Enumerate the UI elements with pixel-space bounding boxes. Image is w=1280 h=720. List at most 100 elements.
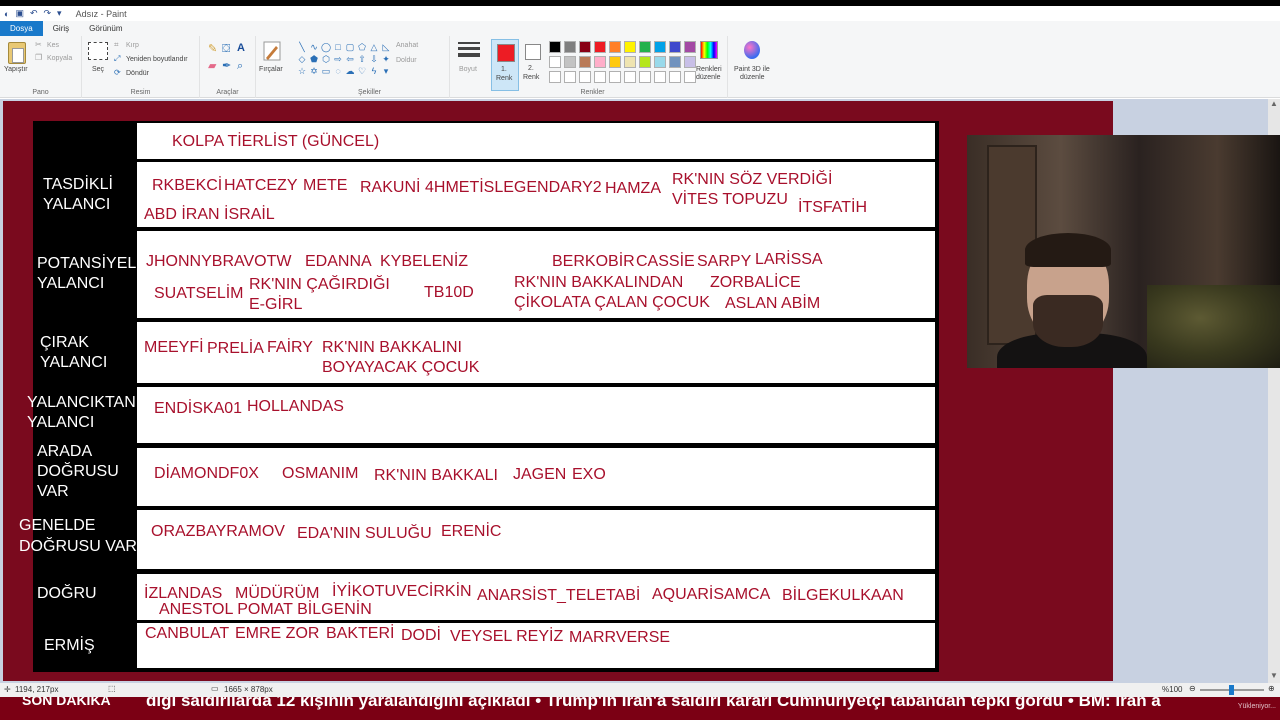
triangle-shape-icon[interactable]: △ xyxy=(368,41,380,53)
palette-color-swatch[interactable] xyxy=(549,71,561,83)
color-palette[interactable] xyxy=(549,41,699,86)
tier-name: HAMZA xyxy=(605,180,661,197)
palette-color-swatch[interactable] xyxy=(594,71,606,83)
shapes-gallery[interactable]: ╲ ∿ ◯ □ ▢ ⬠ △ ◺ ◇ ⬟ ⬡ ⇨ ⇦ ⇧ ⇩ ✦ ☆ ✡ ▭ ◌ ☁ ♡ ϟ ▾ xyxy=(296,41,392,79)
color-picker-icon[interactable]: ✒ xyxy=(222,61,231,72)
fill-button[interactable]: Doldur xyxy=(396,57,417,64)
brushes-button[interactable]: Fırçalar xyxy=(259,66,283,73)
palette-color-swatch[interactable] xyxy=(684,41,696,53)
palette-color-swatch[interactable] xyxy=(624,71,636,83)
up-arrow-shape-icon[interactable]: ⇧ xyxy=(356,53,368,65)
palette-color-swatch[interactable] xyxy=(684,56,696,68)
callout-rect-icon[interactable]: ▭ xyxy=(320,65,332,77)
rtriangle-shape-icon[interactable]: ◺ xyxy=(380,41,392,53)
palette-color-swatch[interactable] xyxy=(624,41,636,53)
cut-button[interactable]: Kes xyxy=(47,42,59,49)
palette-color-swatch[interactable] xyxy=(564,41,576,53)
brush-icon[interactable] xyxy=(262,40,282,62)
palette-color-swatch[interactable] xyxy=(564,56,576,68)
color2-button[interactable]: 2. Renk xyxy=(522,39,544,91)
selection-icon: ⬚ xyxy=(108,684,116,693)
paint3d-line2[interactable]: düzenle xyxy=(740,74,765,81)
palette-color-swatch[interactable] xyxy=(579,56,591,68)
paste-button[interactable]: Yapıştır xyxy=(4,66,28,73)
palette-color-swatch[interactable] xyxy=(654,56,666,68)
more-shapes-icon[interactable]: ▾ xyxy=(380,65,392,77)
pencil-icon[interactable]: ✎ xyxy=(208,44,217,55)
resize-button[interactable]: Yeniden boyutlandır xyxy=(126,56,188,63)
select-icon[interactable] xyxy=(88,42,108,60)
size-icon[interactable] xyxy=(458,42,480,62)
palette-color-swatch[interactable] xyxy=(609,71,621,83)
eraser-icon[interactable]: ▰ xyxy=(208,61,216,72)
palette-color-swatch[interactable] xyxy=(669,71,681,83)
size-button[interactable]: Boyut xyxy=(459,66,477,73)
save-icon[interactable]: ▣ xyxy=(15,8,24,19)
line-shape-icon[interactable]: ╲ xyxy=(296,41,308,53)
down-arrow-shape-icon[interactable]: ⇩ xyxy=(368,53,380,65)
lightning-shape-icon[interactable]: ϟ xyxy=(368,65,380,77)
fill-icon[interactable]: ⛋ xyxy=(222,44,230,55)
tab-gorunum[interactable]: Görünüm xyxy=(79,21,132,36)
zoom-in-icon[interactable]: ⊕ xyxy=(1268,684,1275,693)
select-button[interactable]: Seç xyxy=(92,66,104,73)
palette-color-swatch[interactable] xyxy=(669,56,681,68)
palette-color-swatch[interactable] xyxy=(624,56,636,68)
palette-color-swatch[interactable] xyxy=(684,71,696,83)
callout-cloud-icon[interactable]: ☁ xyxy=(344,65,356,77)
edit-colors-line2[interactable]: düzenle xyxy=(696,74,721,81)
magnifier-icon[interactable]: ⌕ xyxy=(237,61,243,72)
tab-giris[interactable]: Giriş xyxy=(43,21,79,36)
palette-color-swatch[interactable] xyxy=(639,56,651,68)
star5-shape-icon[interactable]: ☆ xyxy=(296,65,308,77)
palette-color-swatch[interactable] xyxy=(654,41,666,53)
scroll-down-icon[interactable]: ▼ xyxy=(1268,671,1280,683)
star4-shape-icon[interactable]: ✦ xyxy=(380,53,392,65)
palette-color-swatch[interactable] xyxy=(594,41,606,53)
undo-icon[interactable]: ↶ xyxy=(30,8,38,19)
polygon-shape-icon[interactable]: ⬠ xyxy=(356,41,368,53)
palette-color-swatch[interactable] xyxy=(594,56,606,68)
left-arrow-shape-icon[interactable]: ⇦ xyxy=(344,53,356,65)
palette-color-swatch[interactable] xyxy=(639,71,651,83)
paste-icon[interactable] xyxy=(8,42,26,64)
palette-color-swatch[interactable] xyxy=(579,41,591,53)
palette-color-swatch[interactable] xyxy=(609,41,621,53)
zoom-slider-thumb[interactable] xyxy=(1229,685,1234,695)
edit-colors-line1[interactable]: Renkleri xyxy=(696,66,722,73)
crop-button[interactable]: Kırp xyxy=(126,42,139,49)
palette-color-swatch[interactable] xyxy=(669,41,681,53)
palette-color-swatch[interactable] xyxy=(639,41,651,53)
scroll-up-icon[interactable]: ▲ xyxy=(1268,99,1280,111)
palette-color-swatch[interactable] xyxy=(564,71,576,83)
rotate-button[interactable]: Döndür xyxy=(126,70,149,77)
redo-icon[interactable]: ↷ xyxy=(44,8,52,19)
palette-color-swatch[interactable] xyxy=(609,56,621,68)
palette-color-swatch[interactable] xyxy=(579,71,591,83)
palette-color-swatch[interactable] xyxy=(654,71,666,83)
right-arrow-shape-icon[interactable]: ⇨ xyxy=(332,53,344,65)
pentagon-shape-icon[interactable]: ⬟ xyxy=(308,53,320,65)
hexagon-shape-icon[interactable]: ⬡ xyxy=(320,53,332,65)
edit-colors-icon[interactable] xyxy=(700,41,718,59)
diamond-shape-icon[interactable]: ◇ xyxy=(296,53,308,65)
tab-dosya[interactable]: Dosya xyxy=(0,21,43,36)
curve-shape-icon[interactable]: ∿ xyxy=(308,41,320,53)
tier-header-row: KOLPA TİERLİST (GÜNCEL) xyxy=(137,123,935,159)
heart-shape-icon[interactable]: ♡ xyxy=(356,65,368,77)
rect-shape-icon[interactable]: □ xyxy=(332,41,344,53)
copy-button[interactable]: Kopyala xyxy=(47,55,72,62)
outline-button[interactable]: Anahat xyxy=(396,42,418,49)
paint3d-line1[interactable]: Paint 3D ile xyxy=(734,66,770,73)
star6-shape-icon[interactable]: ✡ xyxy=(308,65,320,77)
callout-oval-icon[interactable]: ◌ xyxy=(332,65,344,77)
customize-icon[interactable]: ▾ xyxy=(57,8,62,19)
palette-color-swatch[interactable] xyxy=(549,41,561,53)
paint3d-icon[interactable] xyxy=(744,41,760,59)
zoom-out-icon[interactable]: ⊖ xyxy=(1189,684,1196,693)
roundrect-shape-icon[interactable]: ▢ xyxy=(344,41,356,53)
oval-shape-icon[interactable]: ◯ xyxy=(320,41,332,53)
color1-button[interactable]: 1. Renk xyxy=(491,39,519,91)
palette-color-swatch[interactable] xyxy=(549,56,561,68)
text-tool-icon[interactable]: A xyxy=(237,43,245,54)
